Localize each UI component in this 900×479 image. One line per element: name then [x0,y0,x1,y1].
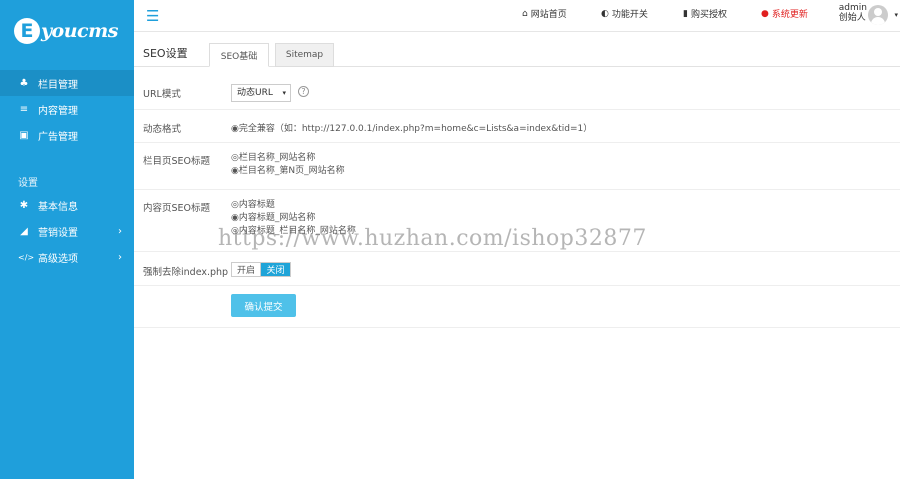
code-icon: </> [18,252,35,262]
submit-button[interactable]: 确认提交 [231,294,296,317]
top-link-update[interactable]: ● 系统更新 [761,7,808,21]
sidebar-item-label: 营销设置 [38,227,78,239]
top-link-home[interactable]: ⌂ 网站首页 [522,7,567,21]
sidebar-item-label: 高级选项 [38,253,78,265]
chevron-down-icon[interactable]: ▾ [894,11,898,19]
home-icon: ⌂ [522,8,528,19]
sidebar-item-content[interactable]: ≡ 内容管理 [0,96,134,122]
top-link-label: 网站首页 [530,10,567,20]
chevron-right-icon: › [118,225,122,237]
top-link-features[interactable]: ◐ 功能开关 [601,7,648,21]
dynamic-format-radio[interactable]: ◉完全兼容（如：http://127.0.0.1/index.php?m=hom… [231,121,592,134]
top-link-label: 功能开关 [611,10,648,20]
form-row-list-seo-title: 栏目页SEO标题 ◎栏目名称_网站名称 ◉栏目名称_第N页_网站名称 [134,143,900,190]
list-icon: ≡ [19,103,29,115]
sidebar-item-advanced[interactable]: </> 高级选项 › [0,244,134,270]
sidebar: E youcms ♣ 栏目管理 ≡ 内容管理 ▣ 广告管理 设置 ✱ 基本信息 … [0,0,134,479]
sidebar-item-label: 栏目管理 [38,79,78,91]
field-label: 栏目页SEO标题 [143,156,211,167]
top-link-label: 系统更新 [771,10,808,20]
menu-icon[interactable]: ☰ [146,7,159,25]
toggle-option-enable[interactable]: 开启 [232,263,261,276]
radio-option[interactable]: ◎内容标题 [231,199,356,212]
tab-seo-basic[interactable]: SEO基础 [209,43,269,67]
send-icon: ◢ [20,225,28,237]
top-link-label: 购买授权 [690,10,727,20]
sidebar-section-settings: 设置 [18,177,38,189]
field-label: 强制去除index.php [143,267,229,278]
sidebar-item-label: 基本信息 [38,201,78,213]
radio-option[interactable]: ◎栏目名称_网站名称 [231,152,345,165]
remove-index-toggle[interactable]: 开启 关闭 [231,262,291,277]
page-title: SEO设置 [143,47,188,60]
tab-bar: SEO设置 SEO基础 Sitemap [134,32,900,67]
sidebar-item-basic-info[interactable]: ✱ 基本信息 [0,192,134,218]
chevron-down-icon: ▾ [282,89,286,97]
logo-mark: E [14,18,40,44]
logo-text: youcms [41,20,118,42]
form-row-dynamic-format: 动态格式 ◉完全兼容（如：http://127.0.0.1/index.php?… [134,110,900,143]
sidebar-item-ads[interactable]: ▣ 广告管理 [0,122,134,148]
watermark: https://www.huzhan.com/ishop32877 [218,226,647,251]
sidebar-item-marketing[interactable]: ◢ 营销设置 › [0,218,134,244]
bookmark-icon: ▮ [683,8,688,19]
user-info[interactable]: admin 创始人 [839,3,867,23]
user-role: 创始人 [838,13,866,23]
main-content: SEO设置 SEO基础 Sitemap URL模式 动态URL ▾ ? 动态格式… [134,32,900,479]
sidebar-item-label: 广告管理 [38,131,78,143]
help-icon[interactable]: ? [298,86,309,97]
field-label: 动态格式 [143,124,182,135]
sidebar-item-columns[interactable]: ♣ 栏目管理 [0,70,134,96]
avatar[interactable] [868,5,888,25]
toggle-option-disable[interactable]: 关闭 [261,263,290,276]
field-label: URL模式 [143,89,181,100]
topbar: ☰ ⌂ 网站首页 ◐ 功能开关 ▮ 购买授权 ● 系统更新 admin 创始人 … [134,0,900,32]
user-name: admin [838,3,867,13]
select-value: 动态URL [237,88,273,98]
gear-icon: ✱ [19,199,29,211]
field-label: 内容页SEO标题 [143,203,211,214]
image-icon: ▣ [19,129,29,141]
toggle-icon: ◐ [601,8,609,19]
sitemap-icon: ♣ [19,77,29,89]
chevron-right-icon: › [118,251,122,263]
top-link-license[interactable]: ▮ 购买授权 [683,7,727,21]
radio-option[interactable]: ◉内容标题_网站名称 [231,212,356,225]
logo[interactable]: E youcms [0,0,134,62]
sidebar-item-label: 内容管理 [38,105,78,117]
tab-sitemap[interactable]: Sitemap [275,43,334,67]
url-mode-select[interactable]: 动态URL ▾ [231,84,291,102]
alert-icon: ● [761,8,769,19]
radio-option[interactable]: ◉栏目名称_第N页_网站名称 [231,165,345,178]
